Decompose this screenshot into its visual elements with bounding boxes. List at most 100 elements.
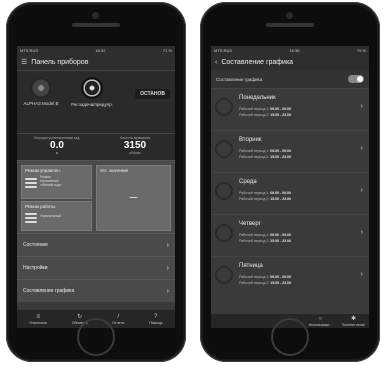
pump-block[interactable]: ALPHA3 Model B [21, 74, 61, 106]
period-1: Рабочий период 1: 06.00 - 09.00 [239, 107, 291, 111]
reading-unit: об/мин [129, 151, 141, 155]
disconnect-icon: ≡ [36, 313, 40, 320]
app-header: ☰ Панель приборов [17, 54, 175, 70]
right-phone: MTS RUS 16:36 70 % ‹ Составление графика… [200, 2, 380, 362]
coil-icon [25, 178, 37, 192]
nav-summer-mode[interactable]: ✱ Summer mode [342, 316, 365, 327]
reading-unit: м [55, 151, 59, 155]
nav-label: Отчеты [112, 320, 125, 325]
camera-icon [92, 12, 99, 19]
chevron-right-icon: › [360, 145, 363, 152]
coil-icon [25, 213, 37, 227]
battery: 71 % [162, 47, 172, 53]
app-header: ‹ Составление графика [211, 54, 369, 70]
day-name: Вторник [239, 137, 262, 143]
refresh-icon: ↻ [77, 313, 83, 320]
period-1: Рабочий период 1: 06.00 - 09.00 [239, 275, 291, 279]
speed-reading: Частота вращения 3150 об/мин [100, 136, 170, 158]
home-button[interactable] [77, 318, 115, 356]
back-icon[interactable]: ‹ [215, 59, 217, 66]
setpoint-reading: Текущая установленная зад. 0.0 м [22, 136, 92, 158]
chevron-right-icon: › [360, 187, 363, 194]
day-name: Четверг [239, 221, 261, 227]
dashboard-screen: MTS RUS 16:32 71 % ☰ Панель приборов ALP… [17, 46, 175, 328]
menu-label: Состояние [23, 242, 48, 248]
day-row-friday[interactable]: Пятница Рабочий период 1: 06.00 - 09.00 … [211, 256, 369, 298]
schedule-screen: MTS RUS 16:36 70 % ‹ Составление графика… [211, 46, 369, 328]
readings-row: Текущая установленная зад. 0.0 м Частота… [17, 133, 175, 160]
work-mode-tile[interactable]: Режим работы Нормальный [21, 201, 92, 231]
period-2: Рабочий период 2: 15.00 - 23.00 [239, 113, 291, 117]
reports-icon: / [117, 313, 120, 320]
day-status-ring-icon [215, 98, 233, 116]
carrier: MTS RUS [214, 47, 232, 53]
speaker-grille [72, 23, 120, 27]
nav-use[interactable]: ○ Использоват... [309, 316, 332, 327]
chevron-right-icon: › [166, 287, 169, 295]
clock: 16:32 [95, 47, 106, 53]
chevron-right-icon: › [360, 229, 363, 236]
chevron-right-icon: › [360, 271, 363, 278]
control-mode-tile[interactable]: Режим управлен. Режим постоянное «Лёгкий… [21, 165, 92, 199]
day-name: Понедельник [239, 95, 276, 101]
period-1: Рабочий период 1: 06.00 - 09.00 [239, 149, 291, 153]
status-bar: MTS RUS 16:36 70 % [211, 46, 369, 54]
home-button[interactable] [271, 318, 309, 356]
status-bar: MTS RUS 16:32 71 % [17, 46, 175, 54]
circle-icon: ○ [318, 315, 323, 322]
period-2: Рабочий период 2: 15.00 - 23.00 [239, 155, 291, 159]
menu-item-schedule[interactable]: Составление графика › [17, 279, 175, 302]
reading-value: 0.0 [50, 140, 64, 151]
day-status-ring-icon [215, 266, 233, 284]
carrier: MTS RUS [20, 47, 38, 53]
device-panel: ALPHA3 Model B Рег.задача/предупр. ОСТАН… [17, 70, 175, 133]
stop-button[interactable]: ОСТАНОВ [135, 89, 170, 99]
day-row-monday[interactable]: Понедельник Рабочий период 1: 06.00 - 09… [211, 88, 369, 130]
day-status-ring-icon [215, 140, 233, 158]
chevron-right-icon: › [166, 241, 169, 249]
menu-icon[interactable]: ☰ [21, 58, 27, 66]
day-status-ring-icon [215, 224, 233, 242]
tile-title: Режим работы [25, 204, 56, 209]
schedule-toggle-row: Составление графика [211, 70, 369, 88]
menu-item-settings[interactable]: Настройки › [17, 256, 175, 279]
clock: 16:36 [289, 47, 300, 53]
period-2: Рабочий период 2: 15.00 - 23.00 [239, 197, 291, 201]
device-name: ALPHA3 Model B [23, 101, 59, 106]
menu-item-status[interactable]: Состояние › [17, 233, 175, 256]
speaker-grille [266, 23, 314, 27]
nav-label: Summer mode [342, 322, 365, 327]
nav-disconnect[interactable]: ≡ Отключить [29, 314, 47, 325]
period-1: Рабочий период 1: 06.00 - 09.00 [239, 191, 291, 195]
mode-block: Рег.задача/предупр. [67, 74, 117, 107]
tiles-area: Режим управлен. Режим постоянное «Лёгкий… [17, 160, 175, 233]
nav-help[interactable]: ? Помощь [149, 314, 163, 325]
period-1: Рабочий период 1: 06.00 - 09.00 [239, 233, 291, 237]
setpoint-value: – [129, 188, 138, 204]
page-title: Панель приборов [31, 58, 89, 66]
day-row-tuesday[interactable]: Вторник Рабочий период 1: 06.00 - 09.00 … [211, 130, 369, 172]
mode-label: Рег.задача/предупр. [71, 102, 113, 107]
day-name: Среда [239, 179, 257, 185]
day-row-wednesday[interactable]: Среда Рабочий период 1: 06.00 - 09.00 Ра… [211, 172, 369, 214]
reading-value: 3150 [123, 140, 147, 151]
day-row-thursday[interactable]: Четверг Рабочий период 1: 06.00 - 09.00 … [211, 214, 369, 256]
disc-icon [81, 77, 103, 99]
nav-label: Отключить [29, 320, 48, 325]
schedule-toggle[interactable] [348, 75, 364, 83]
left-phone: MTS RUS 16:32 71 % ☰ Панель приборов ALP… [6, 2, 186, 362]
period-2: Рабочий период 2: 15.00 - 23.00 [239, 239, 291, 243]
chevron-right-icon: › [360, 103, 363, 110]
nav-label: Использоват... [308, 322, 333, 327]
day-status-ring-icon [215, 182, 233, 200]
day-name: Пятница [239, 263, 263, 269]
nav-label: Помощь [149, 320, 163, 325]
nav-reports[interactable]: / Отчеты [112, 314, 124, 325]
tile-title: Режим управлен. [25, 168, 61, 173]
page-title: Составление графика [221, 58, 294, 66]
menu-label: Настройки [23, 265, 48, 271]
chevron-right-icon: › [166, 264, 169, 272]
setpoint-tile[interactable]: Уст. значение – [96, 165, 171, 231]
toggle-label: Составление графика [216, 76, 263, 82]
sun-icon: ✱ [351, 315, 357, 322]
